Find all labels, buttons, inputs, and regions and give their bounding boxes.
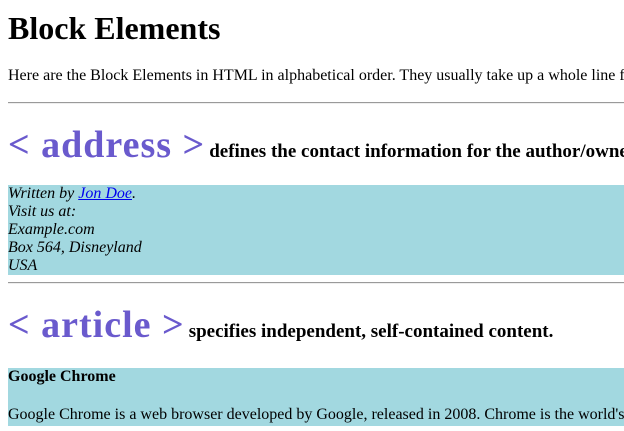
site-line: Example.com	[8, 221, 95, 238]
divider	[8, 282, 624, 284]
country-line: USA	[8, 257, 38, 274]
article-tag: < article >	[8, 304, 185, 346]
page: Block Elements Here are the Block Elemen…	[0, 0, 624, 431]
article-example: Google Chrome Google Chrome is a web bro…	[8, 368, 624, 426]
address-example: Written by Jon Doe. Visit us at: Example…	[8, 185, 624, 275]
divider	[8, 102, 624, 104]
article-heading: < article > specifies independent, self-c…	[8, 301, 553, 356]
address-tag: < address >	[8, 124, 206, 166]
intro-text: Here are the Block Elements in HTML in a…	[8, 67, 624, 84]
written-by-line: Written by Jon Doe.	[8, 185, 624, 203]
article-example-text: Google Chrome is a web browser developed…	[8, 406, 624, 423]
box-line: Box 564, Disneyland	[8, 239, 142, 256]
written-by-suffix: .	[131, 185, 136, 202]
article-example-title: Google Chrome	[8, 368, 116, 385]
address-description: defines the contact information for the …	[209, 141, 624, 162]
page-title: Block Elements	[8, 10, 221, 46]
written-by-prefix: Written by	[8, 185, 79, 202]
address-heading: < address > defines the contact informati…	[8, 121, 624, 176]
visit-line: Visit us at:	[8, 203, 77, 220]
author-link[interactable]: Jon Doe	[78, 185, 132, 202]
article-description: specifies independent, self-contained co…	[188, 321, 554, 342]
